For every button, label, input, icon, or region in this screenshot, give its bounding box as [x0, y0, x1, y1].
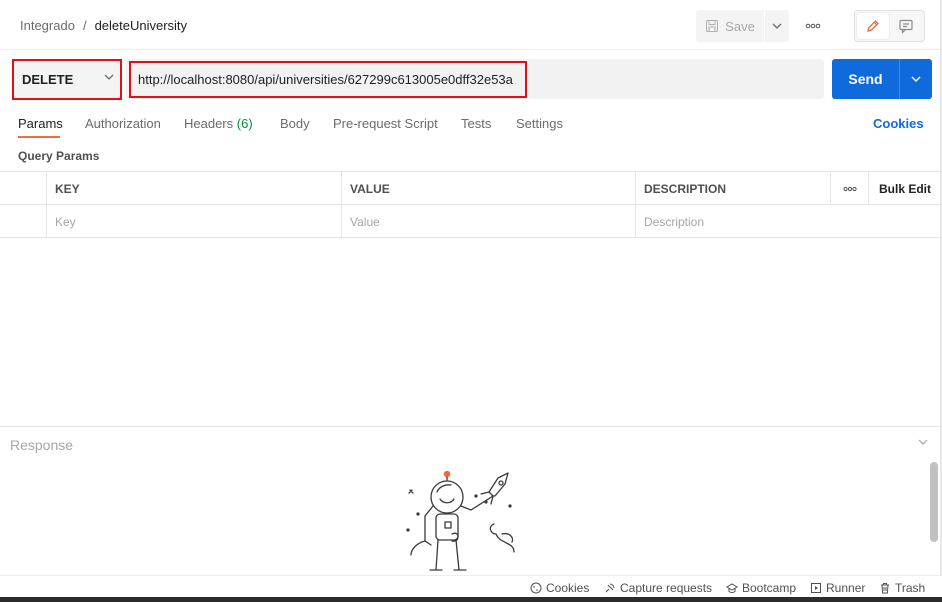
- column-description: DESCRIPTION: [636, 172, 831, 205]
- column-options-button[interactable]: [831, 172, 869, 205]
- key-input[interactable]: Key: [47, 205, 342, 238]
- statusbar-cookies[interactable]: Cookies: [530, 581, 589, 595]
- breadcrumb-request-name[interactable]: deleteUniversity: [95, 18, 188, 33]
- active-tab-indicator: [18, 136, 60, 138]
- statusbar-bootcamp-label: Bootcamp: [742, 581, 797, 595]
- table-row: Key Value Description: [0, 205, 940, 238]
- row-checkbox[interactable]: [0, 205, 47, 238]
- graduation-cap-icon: [726, 583, 738, 594]
- breadcrumb-separator: /: [82, 18, 87, 33]
- value-input[interactable]: Value: [342, 205, 636, 238]
- chevron-down-icon: [104, 74, 114, 80]
- pencil-icon: [866, 20, 879, 32]
- url-value: http://localhost:8080/api/universities/6…: [138, 72, 513, 87]
- response-title: Response: [10, 437, 74, 453]
- statusbar-trash[interactable]: Trash: [879, 581, 925, 595]
- query-params-table: KEY VALUE DESCRIPTION Bulk Edit Key Valu…: [0, 171, 940, 238]
- statusbar-runner-label: Runner: [826, 581, 866, 595]
- description-input[interactable]: Description: [636, 205, 940, 238]
- runner-icon: [811, 583, 821, 593]
- tab-authorization[interactable]: Authorization: [85, 116, 161, 131]
- send-button-group: Send: [832, 59, 932, 99]
- headers-count: (6): [236, 116, 253, 131]
- save-icon: [706, 20, 719, 32]
- trash-icon: [881, 583, 889, 594]
- bulk-edit-button[interactable]: Bulk Edit: [869, 172, 940, 205]
- chevron-down-icon: [772, 23, 782, 29]
- response-scrollbar[interactable]: [930, 462, 938, 542]
- method-select[interactable]: DELETE: [12, 59, 122, 100]
- method-value: DELETE: [22, 72, 74, 87]
- satellite-icon: [605, 583, 615, 593]
- url-input[interactable]: http://localhost:8080/api/universities/6…: [129, 61, 527, 98]
- request-tabs: Params Authorization Headers (6) Body Pr…: [0, 108, 942, 140]
- save-options-button[interactable]: [765, 10, 789, 42]
- tab-params[interactable]: Params: [18, 116, 63, 131]
- statusbar-cookies-label: Cookies: [546, 581, 590, 595]
- table-header-row: KEY VALUE DESCRIPTION Bulk Edit: [0, 172, 940, 205]
- breadcrumb-collection[interactable]: Integrado: [20, 18, 75, 33]
- tab-settings[interactable]: Settings: [516, 116, 563, 131]
- comment-icon: [899, 19, 913, 34]
- taskbar-strip: [0, 597, 942, 602]
- save-group: Save: [696, 10, 789, 42]
- statusbar-runner[interactable]: Runner: [810, 581, 865, 595]
- cookies-link[interactable]: Cookies: [873, 116, 924, 131]
- status-bar: Cookies Capture requests Bootcamp Runner…: [0, 575, 942, 597]
- statusbar-capture-label: Capture requests: [620, 581, 713, 595]
- request-header: Integrado / deleteUniversity Save: [0, 0, 942, 50]
- astronaut-illustration-icon: [406, 470, 515, 571]
- tab-body[interactable]: Body: [280, 116, 310, 131]
- row-checkbox-header: [0, 172, 47, 205]
- statusbar-trash-label: Trash: [895, 581, 926, 595]
- ellipsis-icon: [805, 23, 821, 29]
- send-button[interactable]: Send: [832, 59, 899, 99]
- column-value: VALUE: [342, 172, 636, 205]
- tab-tests[interactable]: Tests: [461, 116, 491, 131]
- query-params-title: Query Params: [18, 149, 100, 163]
- comments-button[interactable]: [891, 13, 923, 39]
- statusbar-bootcamp[interactable]: Bootcamp: [726, 581, 796, 595]
- send-options-button[interactable]: [900, 59, 932, 99]
- chevron-down-icon[interactable]: [918, 439, 928, 445]
- save-label: Save: [725, 18, 755, 34]
- chevron-down-icon: [911, 76, 921, 82]
- cookie-icon: [530, 582, 542, 594]
- tab-headers[interactable]: Headers (6): [184, 116, 253, 131]
- more-actions-button[interactable]: [800, 14, 826, 38]
- ellipsis-icon: [842, 186, 857, 191]
- edit-mode-button[interactable]: [857, 13, 889, 39]
- tab-headers-label: Headers: [184, 116, 234, 131]
- statusbar-capture-requests[interactable]: Capture requests: [604, 581, 712, 595]
- column-key: KEY: [47, 172, 342, 205]
- save-button[interactable]: Save: [696, 10, 764, 42]
- breadcrumb: Integrado / deleteUniversity: [20, 18, 187, 33]
- tab-pre-request-script[interactable]: Pre-request Script: [333, 116, 438, 131]
- view-toggle: [854, 10, 925, 42]
